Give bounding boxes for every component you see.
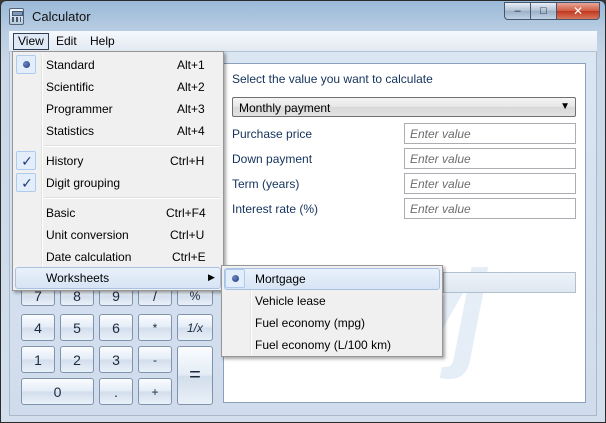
menu-item-history[interactable]: ✓ History Ctrl+H [15,150,221,172]
interest-rate-input[interactable]: Enter value [404,198,576,219]
purchase-price-label: Purchase price [232,127,313,141]
worksheet-prompt: Select the value you want to calculate [232,72,433,86]
key-reciprocal[interactable]: 1/x [177,314,213,341]
menu-item-vehicle-lease[interactable]: Vehicle lease [224,290,440,312]
dropdown-selected-value: Monthly payment [239,101,331,115]
title-bar[interactable]: Calculator – □ ✕ [1,1,605,31]
calculator-window: Calculator – □ ✕ View Edit Help 7 8 9 / … [0,0,606,423]
selected-mark [225,269,245,288]
menu-separator [44,145,220,147]
caption-buttons: – □ ✕ [504,2,600,20]
menu-item-date-calculation[interactable]: Date calculation Ctrl+E [15,246,221,268]
menu-help[interactable]: Help [85,33,120,50]
term-years-input[interactable]: Enter value [404,173,576,194]
menu-item-unit-conversion[interactable]: Unit conversion Ctrl+U [15,224,221,246]
checked-mark: ✓ [16,173,36,192]
check-icon: ✓ [21,175,33,191]
menu-edit[interactable]: Edit [51,33,82,50]
worksheets-submenu: Mortgage Vehicle lease Fuel economy (mpg… [221,265,443,357]
minimize-button[interactable]: – [504,2,530,20]
key-6[interactable]: 6 [99,314,133,341]
down-payment-input[interactable]: Enter value [404,148,576,169]
menu-item-fuel-economy-mpg[interactable]: Fuel economy (mpg) [224,312,440,334]
menu-bar: View Edit Help [9,31,597,52]
menu-item-basic[interactable]: Basic Ctrl+F4 [15,202,221,224]
window-title: Calculator [32,9,91,24]
calculator-app-icon[interactable] [9,8,24,25]
menu-item-digit-grouping[interactable]: ✓ Digit grouping [15,172,221,194]
key-1[interactable]: 1 [21,346,55,373]
key-add[interactable]: + [138,378,172,405]
key-5[interactable]: 5 [60,314,94,341]
menu-item-scientific[interactable]: Scientific Alt+2 [15,76,221,98]
close-button[interactable]: ✕ [556,2,600,20]
menu-separator [44,197,220,199]
menu-item-worksheets[interactable]: Worksheets ▶ [15,267,221,289]
check-icon: ✓ [21,153,33,169]
menu-item-statistics[interactable]: Statistics Alt+4 [15,120,221,142]
view-menu: Standard Alt+1 Scientific Alt+2 Programm… [12,51,224,291]
key-multiply[interactable]: * [138,314,172,341]
key-equals[interactable]: = [177,346,213,405]
menu-item-programmer[interactable]: Programmer Alt+3 [15,98,221,120]
radio-bullet-icon [232,275,239,282]
key-4[interactable]: 4 [21,314,55,341]
key-decimal[interactable]: . [99,378,133,405]
submenu-arrow-icon: ▶ [208,272,215,282]
calculate-value-dropdown[interactable]: Monthly payment ▼ [232,97,576,117]
radio-bullet-icon [23,61,30,68]
key-subtract[interactable]: - [138,346,172,373]
dropdown-arrow-icon: ▼ [560,101,570,112]
maximize-button[interactable]: □ [530,2,556,20]
interest-rate-label: Interest rate (%) [232,202,319,216]
down-payment-label: Down payment [232,152,313,166]
checked-mark: ✓ [16,151,36,170]
key-0[interactable]: 0 [21,378,94,405]
menu-item-standard[interactable]: Standard Alt+1 [15,54,221,76]
menu-view[interactable]: View [13,33,49,50]
key-3[interactable]: 3 [99,346,133,373]
result-field [443,272,576,293]
selected-mark [16,55,36,74]
menu-item-mortgage[interactable]: Mortgage [224,268,440,290]
menu-item-fuel-economy-l100km[interactable]: Fuel economy (L/100 km) [224,334,440,356]
term-years-label: Term (years) [232,177,300,191]
key-2[interactable]: 2 [60,346,94,373]
purchase-price-input[interactable]: Enter value [404,123,576,144]
